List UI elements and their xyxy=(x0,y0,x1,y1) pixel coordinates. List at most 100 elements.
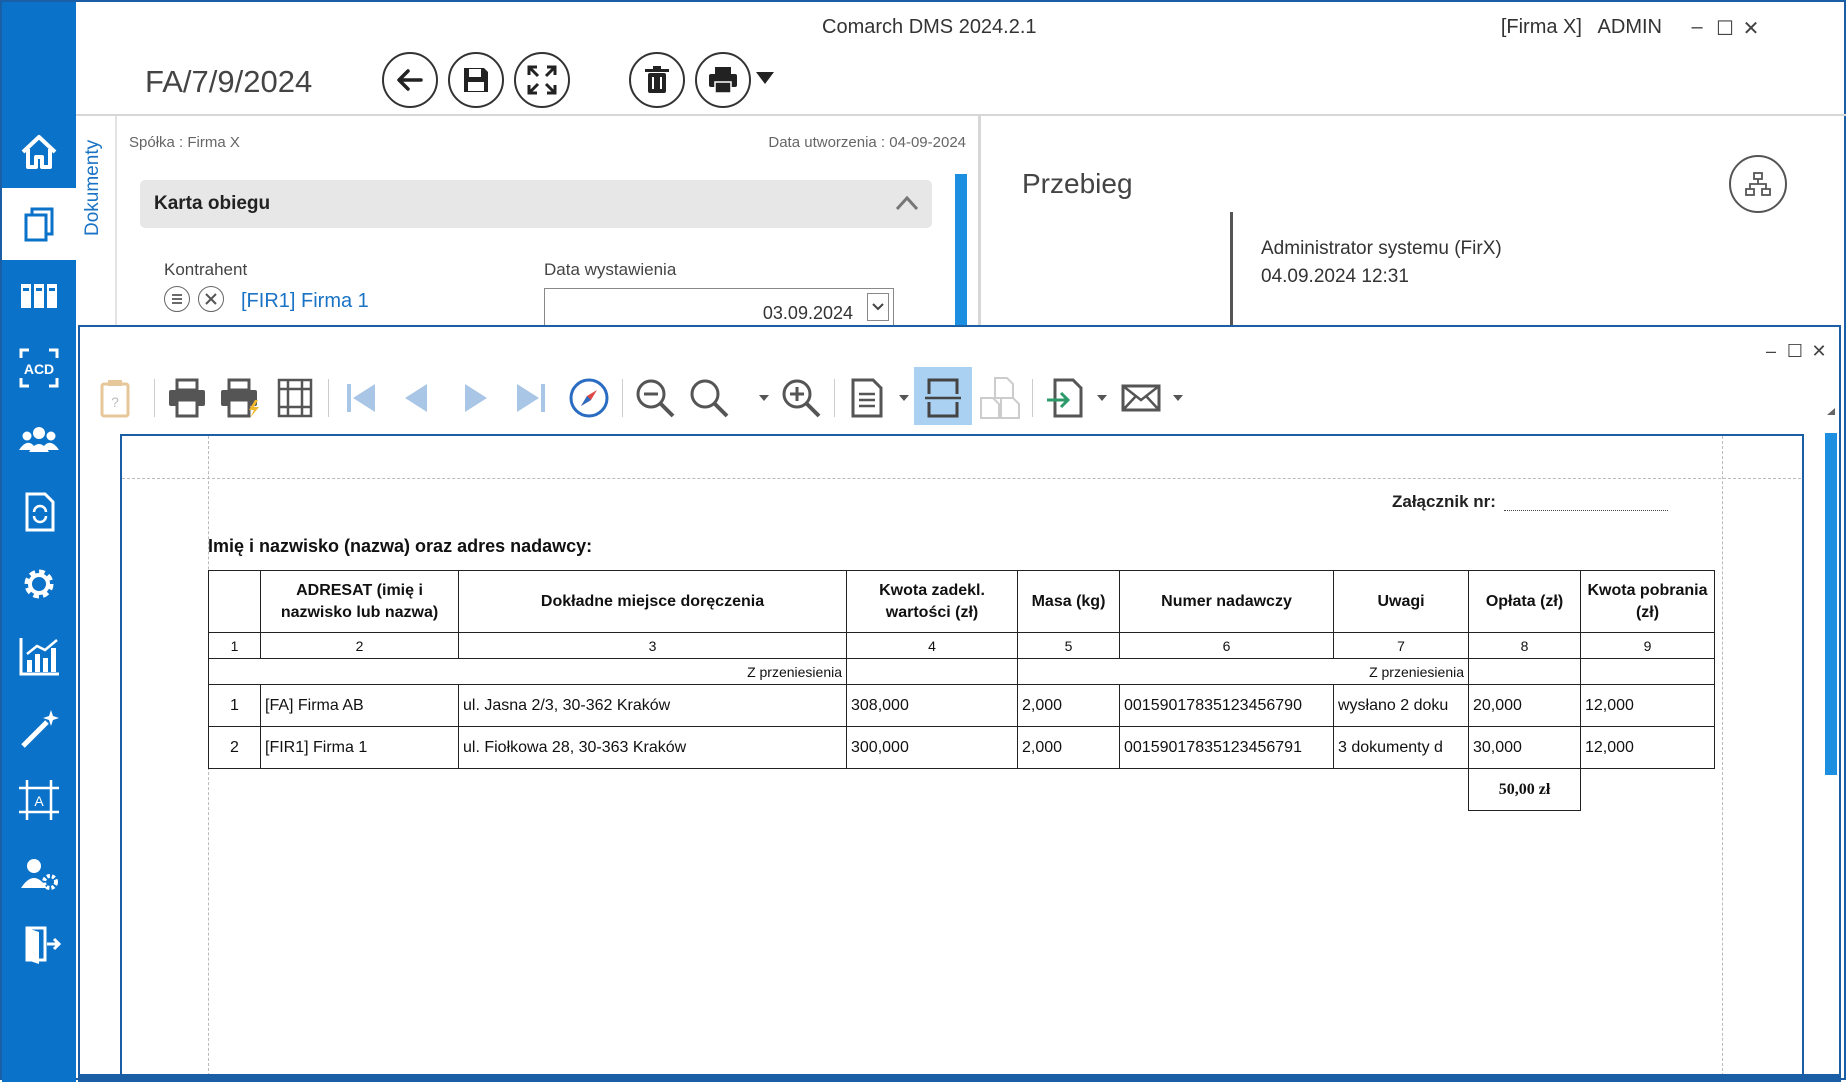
next-page-button[interactable] xyxy=(450,369,500,427)
zoom-out-button[interactable] xyxy=(630,369,680,427)
column-header: Opłata (zł) xyxy=(1468,570,1581,633)
svg-text:?: ? xyxy=(111,394,119,410)
previous-page-button[interactable] xyxy=(392,369,442,427)
export-button[interactable] xyxy=(1040,369,1090,427)
zoom-button[interactable] xyxy=(684,369,734,427)
zoom-dropdown-icon[interactable] xyxy=(758,393,770,403)
issue-date-field[interactable]: 03.09.2024 xyxy=(544,288,894,328)
tab-documents-label: Dokumenty xyxy=(82,139,103,236)
firm-label[interactable]: [Firma X] xyxy=(1501,16,1582,38)
sidebar-item-wizard[interactable] xyxy=(2,692,76,764)
last-page-button[interactable] xyxy=(506,369,556,427)
maximize-button[interactable]: ☐ xyxy=(1714,16,1736,41)
date-dropdown-button[interactable] xyxy=(867,293,889,321)
row-value: 300,000 xyxy=(846,726,1018,769)
chevron-up-icon[interactable] xyxy=(894,194,920,212)
multiple-pages-button[interactable] xyxy=(974,369,1024,427)
arrow-left-icon xyxy=(397,69,423,91)
back-button[interactable] xyxy=(382,52,438,108)
sidebar: ACD A xyxy=(2,2,76,1082)
scroll-up-icon[interactable] xyxy=(1826,407,1836,417)
sidebar-item-documents[interactable] xyxy=(2,188,76,260)
sidebar-item-workflow[interactable] xyxy=(2,476,76,548)
shipment-register-table: ADRESAT (imię i nazwisko lub nazwa) Dokł… xyxy=(208,570,1715,811)
first-page-icon xyxy=(347,384,375,412)
total-fee: 50,00 zł xyxy=(1468,768,1581,811)
sidebar-item-admin[interactable] xyxy=(2,836,76,908)
document-number: FA/7/9/2024 xyxy=(145,64,313,99)
navigate-button[interactable] xyxy=(564,369,614,427)
email-dropdown-icon[interactable] xyxy=(1172,393,1184,403)
gear-icon xyxy=(24,569,54,599)
user-label[interactable]: ADMIN xyxy=(1598,16,1662,38)
home-icon xyxy=(21,135,57,169)
status-bar xyxy=(78,1074,1841,1082)
close-button[interactable]: ✕ xyxy=(1740,16,1762,41)
print-button[interactable] xyxy=(695,52,751,108)
last-page-icon xyxy=(517,384,545,412)
first-page-button[interactable] xyxy=(336,369,386,427)
print-preview-window: – ☐ ✕ ? Załącznik nr: Imię i nazwisko (n… xyxy=(78,325,1841,1079)
send-email-button[interactable] xyxy=(1116,369,1166,427)
bar-chart-icon xyxy=(19,638,59,676)
quick-print-button[interactable] xyxy=(216,369,266,427)
sidebar-item-settings[interactable] xyxy=(2,548,76,620)
page-view-button[interactable] xyxy=(842,369,892,427)
page-setup-button[interactable] xyxy=(270,369,320,427)
parameters-button[interactable]: ? xyxy=(90,369,140,427)
row-notes: 3 dokumenty d xyxy=(1333,726,1469,769)
exit-door-icon xyxy=(25,926,61,964)
panel-divider[interactable] xyxy=(978,116,981,326)
single-page-button[interactable] xyxy=(918,369,968,427)
print-dropdown-icon[interactable] xyxy=(754,70,776,86)
toolbar-separator xyxy=(834,379,835,417)
column-number: 9 xyxy=(1580,632,1715,659)
tab-documents[interactable]: Dokumenty xyxy=(82,122,112,242)
delete-button[interactable] xyxy=(629,52,685,108)
preview-maximize-button[interactable]: ☐ xyxy=(1785,341,1805,362)
row-cod: 12,000 xyxy=(1580,684,1715,727)
contractor-list-button[interactable] xyxy=(164,286,190,312)
row-lp: 1 xyxy=(208,684,261,727)
table-row: 1 [FA] Firma AB ul. Jasna 2/3, 30-362 Kr… xyxy=(208,684,1715,727)
carry-over-value xyxy=(846,658,1018,685)
section-header-karta-obiegu[interactable]: Karta obiegu xyxy=(140,180,932,228)
preview-minimize-button[interactable]: – xyxy=(1761,341,1781,362)
sidebar-item-acd[interactable]: ACD xyxy=(2,332,76,404)
sidebar-item-repository[interactable] xyxy=(2,260,76,332)
sidebar-item-home[interactable] xyxy=(2,116,76,188)
clipboard-help-icon: ? xyxy=(100,380,130,418)
sidebar-item-logout[interactable] xyxy=(2,908,76,980)
page-view-dropdown-icon[interactable] xyxy=(898,393,910,403)
save-button[interactable] xyxy=(448,52,504,108)
minimize-button[interactable]: – xyxy=(1686,16,1708,39)
document-panel-scrollbar[interactable] xyxy=(955,174,967,326)
export-dropdown-icon[interactable] xyxy=(1096,393,1108,403)
sidebar-item-designer[interactable]: A xyxy=(2,764,76,836)
app-window: ACD A Comarch DMS 2024.2.1 [Firma X] ADM… xyxy=(0,0,1846,1082)
printer-icon xyxy=(169,378,205,418)
preview-scrollbar-thumb[interactable] xyxy=(1825,433,1837,775)
contractor-clear-button[interactable] xyxy=(198,286,224,312)
column-number: 6 xyxy=(1119,632,1334,659)
flow-datetime: 04.09.2024 12:31 xyxy=(1261,266,1409,287)
zoom-in-button[interactable] xyxy=(776,369,826,427)
company-info: Spółka : Firma X xyxy=(129,134,240,151)
preview-close-button[interactable]: ✕ xyxy=(1809,341,1829,362)
svg-text:ACD: ACD xyxy=(24,361,54,377)
print-preview-button[interactable] xyxy=(162,369,212,427)
issue-date-value: 03.09.2024 xyxy=(762,303,853,323)
zoom-icon xyxy=(690,379,729,418)
row-lp: 2 xyxy=(208,726,261,769)
fullscreen-button[interactable] xyxy=(514,52,570,108)
column-number: 2 xyxy=(260,632,459,659)
flow-diagram-button[interactable] xyxy=(1729,155,1787,213)
column-header: Uwagi xyxy=(1333,570,1469,633)
sidebar-item-reports[interactable] xyxy=(2,620,76,692)
sidebar-item-contacts[interactable] xyxy=(2,404,76,476)
contractor-link[interactable]: [FIR1] Firma 1 xyxy=(241,290,369,313)
column-header: Kwota zadekl. wartości (zł) xyxy=(846,570,1018,633)
column-number-row: 1 2 3 4 5 6 7 8 9 xyxy=(208,632,1715,659)
flow-person: Administrator systemu (FirX) xyxy=(1261,238,1502,259)
next-page-icon xyxy=(465,384,487,412)
